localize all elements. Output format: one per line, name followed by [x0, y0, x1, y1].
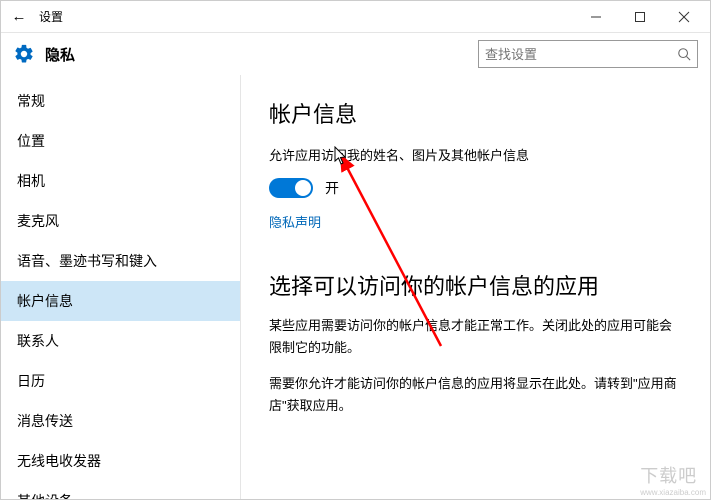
toggle-state-label: 开 — [325, 178, 339, 198]
back-button[interactable]: ← — [5, 8, 33, 25]
access-toggle[interactable] — [269, 178, 313, 198]
sidebar-item-contacts[interactable]: 联系人 — [1, 321, 240, 361]
apps-description-1: 某些应用需要访问你的帐户信息才能正常工作。关闭此处的应用可能会限制它的功能。 — [269, 315, 682, 359]
sidebar-item-microphone[interactable]: 麦克风 — [1, 201, 240, 241]
sidebar-item-camera[interactable]: 相机 — [1, 161, 240, 201]
sidebar-item-radios[interactable]: 无线电收发器 — [1, 441, 240, 481]
toggle-description: 允许应用访问我的姓名、图片及其他帐户信息 — [269, 145, 682, 164]
sidebar-item-general[interactable]: 常规 — [1, 81, 240, 121]
search-box[interactable] — [478, 40, 698, 68]
minimize-button[interactable] — [574, 2, 618, 32]
sidebar-item-speech[interactable]: 语音、墨迹书写和键入 — [1, 241, 240, 281]
sidebar: 常规 位置 相机 麦克风 语音、墨迹书写和键入 帐户信息 联系人 日历 消息传送… — [1, 75, 241, 499]
sidebar-item-location[interactable]: 位置 — [1, 121, 240, 161]
maximize-button[interactable] — [618, 2, 662, 32]
sidebar-item-other-devices[interactable]: 其他设备 — [1, 481, 240, 499]
apps-section-heading: 选择可以访问你的帐户信息的应用 — [269, 269, 682, 301]
page-title: 隐私 — [45, 44, 75, 65]
privacy-statement-link[interactable]: 隐私声明 — [269, 212, 321, 231]
settings-gear-icon — [13, 43, 35, 65]
page-header: 隐私 — [1, 33, 710, 75]
sidebar-item-messaging[interactable]: 消息传送 — [1, 401, 240, 441]
search-icon — [677, 47, 691, 61]
content-pane: 帐户信息 允许应用访问我的姓名、图片及其他帐户信息 开 隐私声明 选择可以访问你… — [241, 75, 710, 499]
sidebar-item-calendar[interactable]: 日历 — [1, 361, 240, 401]
titlebar: ← 设置 — [1, 1, 710, 33]
sidebar-item-account-info[interactable]: 帐户信息 — [1, 281, 240, 321]
section-heading: 帐户信息 — [269, 97, 682, 129]
toggle-row: 开 — [269, 178, 682, 198]
close-button[interactable] — [662, 2, 706, 32]
apps-description-2: 需要你允许才能访问你的帐户信息的应用将显示在此处。请转到"应用商店"获取应用。 — [269, 373, 682, 417]
window-title: 设置 — [39, 8, 63, 25]
search-input[interactable] — [485, 47, 677, 62]
